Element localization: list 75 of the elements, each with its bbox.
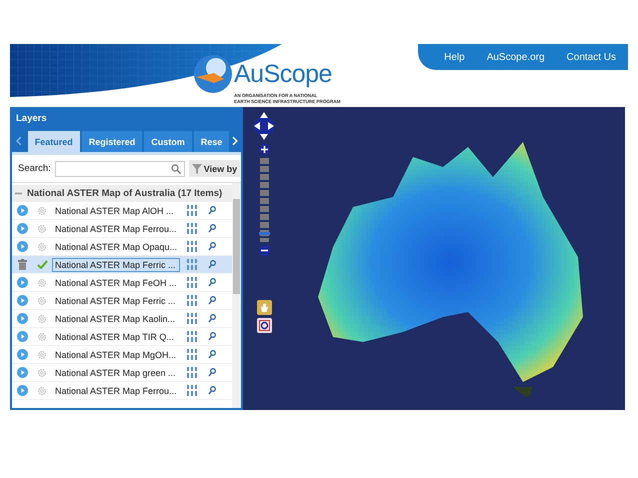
- view-by-button[interactable]: View by: [188, 160, 240, 177]
- search-icon: [170, 164, 181, 174]
- search-icon[interactable]: [208, 350, 216, 359]
- layer-row[interactable]: National ASTER Map Ferric ...: [12, 292, 232, 310]
- tab[interactable]: Featured: [28, 131, 80, 152]
- logo-name: AuScope: [234, 60, 332, 88]
- search-label: Search:: [18, 163, 51, 174]
- layer-row[interactable]: National ASTER Map MgOH...: [12, 346, 232, 364]
- legend-icon[interactable]: [187, 241, 197, 252]
- layer-name: National ASTER Map Ferric ...: [54, 294, 177, 308]
- pan-hand-button[interactable]: [256, 300, 272, 315]
- layer-name: National ASTER Map Opaqu...: [54, 240, 178, 254]
- layer-name: National ASTER Map TIR Q...: [54, 330, 175, 344]
- legend-icon[interactable]: [187, 313, 197, 324]
- zoom-out-icon[interactable]: [258, 245, 270, 256]
- layer-row[interactable]: National ASTER Map Opaqu...: [12, 238, 232, 256]
- layer-name: National ASTER Map Ferrou...: [54, 222, 178, 236]
- search-icon[interactable]: [208, 278, 216, 287]
- zoom-slider-thumb[interactable]: [258, 232, 270, 236]
- layer-row[interactable]: National ASTER Map Ferrou...: [12, 220, 232, 238]
- legend-icon[interactable]: [187, 295, 197, 306]
- tab-scroll-left-icon[interactable]: [16, 136, 22, 146]
- filter-icon: [192, 164, 202, 174]
- trash-icon[interactable]: [18, 259, 26, 270]
- search-icon[interactable]: [208, 368, 216, 377]
- tab[interactable]: Custom: [144, 131, 192, 152]
- nav-link[interactable]: Contact Us: [566, 52, 616, 62]
- layer-name: National ASTER Map Kaolin...: [54, 312, 176, 326]
- hand-icon: [260, 302, 268, 312]
- legend-icon[interactable]: [187, 367, 197, 378]
- group-title: National ASTER Map of Australia (17 Items): [27, 188, 222, 199]
- search-icon[interactable]: [208, 332, 216, 341]
- layer-row[interactable]: National ASTER Map green ...: [12, 364, 232, 382]
- search-field[interactable]: [54, 160, 185, 176]
- search-icon[interactable]: [208, 296, 216, 305]
- search-icon[interactable]: [208, 242, 216, 251]
- layer-name: National ASTER Map green ...: [54, 366, 177, 380]
- layer-name: National ASTER Map Ferrou...: [54, 384, 178, 398]
- search-icon[interactable]: [208, 314, 216, 323]
- layer-row[interactable]: National ASTER Map FeOH ...: [12, 274, 232, 292]
- tab[interactable]: Registered: [82, 131, 142, 152]
- nav-link[interactable]: Help: [444, 52, 465, 62]
- search-icon[interactable]: [208, 206, 216, 215]
- scrollbar[interactable]: [232, 183, 241, 408]
- legend-icon[interactable]: [187, 385, 197, 396]
- layer-row[interactable]: National ASTER Map Kaolin...: [12, 310, 232, 328]
- tab-scroll-right-icon[interactable]: [232, 136, 238, 146]
- nav-link[interactable]: AuScope.org: [486, 52, 545, 62]
- search-icon[interactable]: [208, 224, 216, 233]
- group-header[interactable]: National ASTER Map of Australia (17 Items): [12, 185, 232, 202]
- zoom-slider[interactable]: [260, 158, 268, 242]
- zoom-box-button[interactable]: [256, 318, 272, 333]
- legend-icon[interactable]: [187, 223, 197, 234]
- layer-name: National ASTER Map FeOH ...: [54, 276, 178, 290]
- search-icon[interactable]: [208, 386, 216, 395]
- collapse-icon[interactable]: [15, 190, 22, 197]
- legend-icon[interactable]: [187, 259, 197, 270]
- globe-logo-icon: [194, 55, 232, 93]
- layer-row[interactable]: National ASTER Map AlOH ...: [12, 202, 232, 220]
- layer-row[interactable]: National ASTER Map Ferric ...: [12, 256, 232, 274]
- zoom-in-icon[interactable]: [258, 144, 270, 155]
- panel-title: Layers: [15, 112, 48, 126]
- layer-row[interactable]: National ASTER Map TIR Q...: [12, 328, 232, 346]
- target-icon: [258, 320, 270, 331]
- layer-name: National ASTER Map AlOH ...: [54, 204, 175, 218]
- pan-control-icon[interactable]: [253, 111, 275, 141]
- legend-icon[interactable]: [187, 205, 197, 216]
- legend-icon[interactable]: [187, 331, 197, 342]
- legend-icon[interactable]: [187, 349, 197, 360]
- layer-row[interactable]: National ASTER Map Ferrou...: [12, 382, 232, 400]
- search-icon[interactable]: [208, 260, 216, 269]
- tab[interactable]: Rese: [194, 131, 230, 152]
- legend-icon[interactable]: [187, 277, 197, 288]
- layer-name: National ASTER Map Ferric ...: [52, 258, 180, 272]
- layer-name: National ASTER Map MgOH...: [54, 348, 178, 362]
